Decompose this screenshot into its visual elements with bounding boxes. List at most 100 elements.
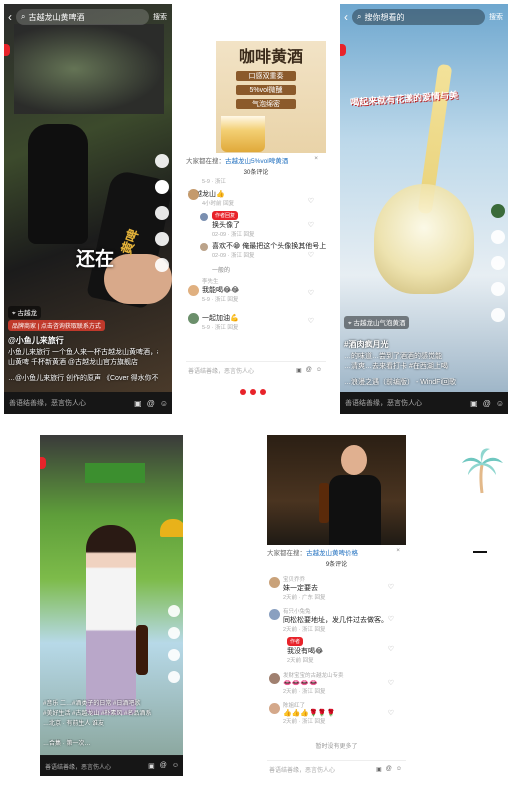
avatar[interactable] bbox=[188, 189, 199, 200]
like-icon[interactable] bbox=[155, 180, 169, 194]
favorite-icon[interactable] bbox=[168, 671, 180, 683]
video-description-2: 山黄啤 千杯新黄酒 @古越龙山官方旗舰店 bbox=[8, 359, 138, 366]
back-icon[interactable]: ‹ bbox=[344, 10, 348, 24]
avatar[interactable] bbox=[188, 285, 199, 296]
share-icon[interactable] bbox=[491, 308, 505, 322]
music-line[interactable]: …浪漫之遇（前编版） - WindFi回歌 bbox=[344, 378, 494, 388]
divider-dash bbox=[473, 551, 487, 553]
like-icon[interactable]: ♡ bbox=[388, 615, 394, 623]
list-item: 一起加油💪 5-9 · 浙江 回复 ♡ bbox=[186, 309, 326, 331]
leaf-decoration bbox=[14, 24, 164, 114]
like-icon[interactable]: ♡ bbox=[308, 197, 314, 205]
avatar[interactable] bbox=[269, 609, 280, 620]
emoji-icon[interactable]: ☺ bbox=[496, 399, 504, 408]
music-line[interactable]: …@小鱼儿来旅行 创作的原声 《Cover 得水你不要乐寒》 bbox=[8, 374, 158, 384]
store-chip[interactable]: ⌖ 古越龙山气泡黄酒 bbox=[344, 316, 410, 329]
back-icon[interactable]: ‹ bbox=[8, 10, 12, 24]
close-icon[interactable]: × bbox=[314, 155, 318, 162]
avatar[interactable] bbox=[188, 313, 199, 324]
input-icons: ▣ @ ☺ bbox=[470, 399, 504, 408]
page-dot[interactable] bbox=[260, 389, 266, 395]
avatar[interactable] bbox=[200, 213, 208, 221]
image-icon[interactable]: ▣ bbox=[376, 766, 382, 773]
suggestion-link[interactable]: 古越龙山5%vol啤黄酒 bbox=[225, 158, 288, 165]
comment-icon[interactable] bbox=[491, 256, 505, 270]
search-icon: ⌕ bbox=[21, 12, 26, 21]
author-avatar[interactable] bbox=[168, 605, 180, 617]
author-name[interactable]: @小鱼儿来旅行 bbox=[8, 336, 64, 346]
author-avatar[interactable] bbox=[491, 204, 505, 218]
emoji-icon[interactable]: ☺ bbox=[172, 762, 179, 770]
top-search-bar: ‹ ⌕ 古越龙山黄啤酒 搜索 bbox=[4, 4, 172, 30]
beer-bottle bbox=[136, 625, 148, 675]
search-input[interactable]: ⌕ 古越龙山黄啤酒 bbox=[16, 9, 149, 25]
at-icon[interactable]: @ bbox=[386, 766, 392, 772]
search-query: 搜你想看的 bbox=[364, 12, 405, 22]
live-badge[interactable] bbox=[4, 44, 10, 56]
video-description: #音乐 二…#酒类子的日常 #日酒吧歌 bbox=[43, 701, 141, 707]
live-badge[interactable] bbox=[40, 457, 46, 469]
at-icon[interactable]: @ bbox=[306, 367, 312, 373]
at-icon[interactable]: @ bbox=[483, 399, 491, 408]
search-button[interactable]: 搜索 bbox=[153, 12, 167, 22]
search-button[interactable]: 搜索 bbox=[489, 12, 503, 22]
list-item: 5-9 · 浙江 bbox=[202, 179, 226, 185]
avatar[interactable] bbox=[269, 577, 280, 588]
like-icon[interactable]: ♡ bbox=[308, 289, 314, 297]
search-suggestion[interactable]: 大家都在搜：古越龙山黄啤价格 × bbox=[267, 547, 406, 557]
like-icon[interactable] bbox=[491, 230, 505, 244]
page-dot[interactable] bbox=[250, 389, 256, 395]
author-avatar[interactable] bbox=[155, 154, 169, 168]
like-icon[interactable]: ♡ bbox=[308, 221, 314, 229]
comment-input-bar[interactable]: 善语结善缘，恶言伤人心 ▣ @ ☺ bbox=[4, 392, 172, 414]
share-icon[interactable] bbox=[155, 258, 169, 272]
like-icon[interactable] bbox=[168, 627, 180, 639]
brand-tag[interactable]: 品牌商家 | 点击咨询获取联系方式 bbox=[8, 320, 105, 331]
comment-input-bar[interactable]: 善语结善缘，恶言伤人心 ▣ @ ☺ bbox=[340, 392, 508, 414]
comment-input-bar[interactable]: 善语结善缘，恶言伤人心 ▣ @ ☺ bbox=[186, 361, 326, 377]
emoji-icon[interactable]: ☺ bbox=[396, 766, 402, 772]
comment-input-bar[interactable]: 善语结善缘，恶言伤人心 ▣ @ ☺ bbox=[267, 760, 406, 776]
list-item: 作者 我没有喝😂 2天前 回复 ♡ bbox=[287, 637, 394, 664]
emoji-icon[interactable]: ☺ bbox=[160, 399, 168, 408]
image-icon[interactable]: ▣ bbox=[134, 399, 142, 408]
image-icon[interactable]: ▣ bbox=[470, 399, 478, 408]
ad-title: 咖啡黄酒 bbox=[238, 49, 303, 66]
comment-input-bar[interactable]: 善语结善缘，恶言伤人心 ▣ @ ☺ bbox=[40, 756, 183, 776]
music-line[interactable]: …合集 · 第一次… bbox=[43, 739, 178, 749]
page-dot[interactable] bbox=[240, 389, 246, 395]
avatar[interactable] bbox=[200, 243, 208, 251]
author-badge: 作者回复 bbox=[212, 211, 239, 220]
like-icon[interactable]: ♡ bbox=[388, 645, 394, 653]
sticker-text-1: 还在 bbox=[76, 249, 115, 270]
location-chip[interactable]: ⌖ 古越龙 bbox=[8, 306, 41, 319]
like-icon[interactable]: ♡ bbox=[388, 583, 394, 591]
like-icon[interactable]: ♡ bbox=[308, 251, 314, 259]
favorite-icon[interactable] bbox=[491, 282, 505, 296]
avatar[interactable] bbox=[269, 703, 280, 714]
search-icon: ⌕ bbox=[357, 12, 362, 21]
video-panel-1: 还在 黄啤 ‹ ⌕ 古越龙山黄啤酒 搜索 ⌖ 古越龙 品牌商家 | 点击咨询获取… bbox=[4, 4, 172, 414]
avatar[interactable] bbox=[269, 673, 280, 684]
expand-replies[interactable]: 一般的 bbox=[186, 265, 326, 274]
woman bbox=[86, 525, 136, 715]
at-icon[interactable]: @ bbox=[147, 399, 155, 408]
comment-icon[interactable] bbox=[155, 206, 169, 220]
search-suggestion[interactable]: 大家都在搜：古越龙山5%vol啤黄酒 × bbox=[186, 155, 326, 165]
close-icon[interactable]: × bbox=[396, 547, 400, 554]
image-icon[interactable]: ▣ bbox=[148, 762, 155, 770]
emoji-icon[interactable]: ☺ bbox=[316, 367, 322, 373]
comment-icon[interactable] bbox=[168, 649, 180, 661]
image-icon[interactable]: ▣ bbox=[296, 367, 302, 374]
favorite-icon[interactable] bbox=[155, 232, 169, 246]
search-input[interactable]: ⌕ 搜你想看的 bbox=[352, 9, 485, 25]
ad-badge-3: 气泡绵密 bbox=[236, 99, 296, 109]
like-icon[interactable]: ♡ bbox=[308, 317, 314, 325]
suggestion-link[interactable]: 古越龙山黄啤价格 bbox=[306, 550, 358, 557]
live-badge[interactable] bbox=[340, 44, 346, 56]
at-icon[interactable]: @ bbox=[160, 762, 167, 770]
glass bbox=[374, 184, 474, 294]
like-icon[interactable]: ♡ bbox=[388, 709, 394, 717]
like-icon[interactable]: ♡ bbox=[388, 679, 394, 687]
list-item: 作者回复 换头像了 02-09 · 浙江 回复 ♡ bbox=[186, 211, 326, 238]
